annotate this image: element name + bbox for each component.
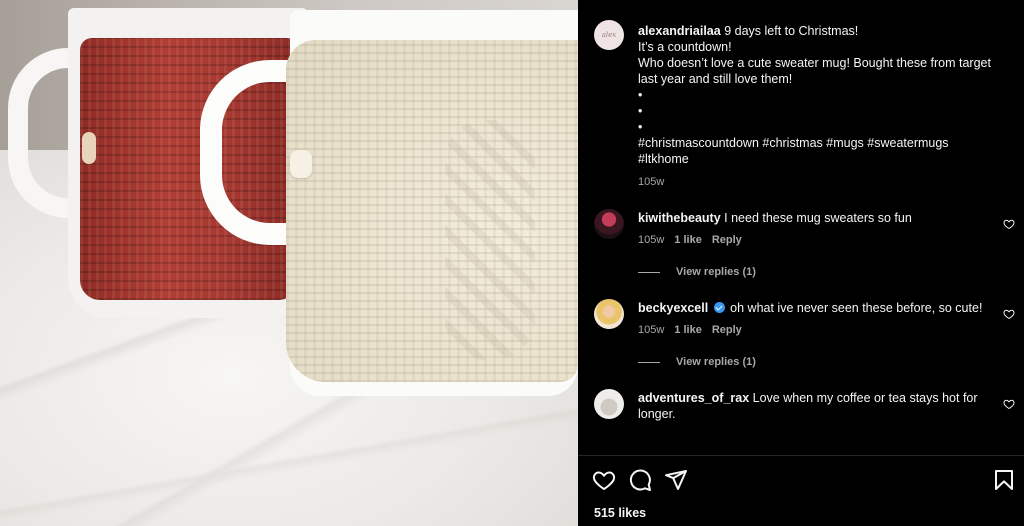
view-replies-label: View replies (1) (676, 356, 756, 368)
replies-line (638, 361, 660, 363)
cable-knit-pattern (445, 120, 535, 360)
send-icon[interactable] (664, 468, 688, 492)
author-avatar[interactable]: alex (594, 20, 624, 50)
commenter-username[interactable]: adventures_of_rax (638, 391, 749, 405)
action-bar (578, 462, 1024, 498)
comment-time[interactable]: 105w (638, 234, 664, 246)
comments-panel: alex alexandriailaa 9 days left to Chris… (578, 0, 1024, 526)
caption-hashtags[interactable]: #ltkhome (638, 151, 998, 167)
heart-icon[interactable] (1003, 398, 1015, 410)
view-replies-label: View replies (1) (676, 266, 756, 278)
bookmark-icon[interactable] (992, 468, 1016, 492)
commenter-avatar[interactable] (594, 299, 624, 329)
red-sleeve-button (82, 132, 96, 164)
comment-meta: 105w 1 like Reply (638, 324, 742, 336)
comment-meta: 105w 1 like Reply (638, 234, 742, 246)
comment-like-count[interactable]: 1 like (674, 324, 702, 336)
comments-list[interactable]: alex alexandriailaa 9 days left to Chris… (578, 0, 1024, 455)
post-photo[interactable] (0, 0, 578, 526)
comment-text: beckyexcell oh what ive never seen these… (638, 300, 998, 316)
commenter-avatar[interactable] (594, 389, 624, 419)
replies-line (638, 271, 660, 273)
caption-hashtags[interactable]: #christmascountdown #christmas #mugs #sw… (638, 135, 998, 151)
heart-icon[interactable] (1003, 218, 1015, 230)
commenter-avatar[interactable] (594, 209, 624, 239)
view-replies-button[interactable]: View replies (1) (638, 266, 756, 278)
comment-like-count[interactable]: 1 like (674, 234, 702, 246)
post-dialog: alex alexandriailaa 9 days left to Chris… (0, 0, 1024, 526)
view-replies-button[interactable]: View replies (1) (638, 356, 756, 368)
caption-line: Who doesn’t love a cute sweater mug! Bou… (638, 56, 991, 86)
post-caption: alexandriailaa 9 days left to Christmas!… (638, 23, 998, 167)
comment-text: adventures_of_rax Love when my coffee or… (638, 390, 998, 422)
reply-button[interactable]: Reply (712, 324, 742, 336)
heart-icon[interactable] (1003, 308, 1015, 320)
comment-body: oh what ive never seen these before, so … (730, 301, 983, 315)
comment-time[interactable]: 105w (638, 324, 664, 336)
verified-badge-icon (713, 302, 725, 313)
heart-icon[interactable] (592, 468, 616, 492)
like-count[interactable]: 515 likes (594, 506, 646, 520)
author-username[interactable]: alexandriailaa (638, 24, 721, 38)
commenter-username[interactable]: kiwithebeauty (638, 211, 721, 225)
comment-text: kiwithebeauty I need these mug sweaters … (638, 210, 998, 226)
comment-icon[interactable] (628, 468, 652, 492)
actions-divider (578, 455, 1024, 456)
commenter-username[interactable]: beckyexcell (638, 301, 708, 315)
caption-line: • (638, 104, 643, 118)
reply-button[interactable]: Reply (712, 234, 742, 246)
caption-timestamp[interactable]: 105w (638, 176, 664, 188)
caption-line: It’s a countdown! (638, 40, 732, 54)
caption-line: • (638, 120, 643, 134)
caption-line: • (638, 88, 643, 102)
cream-sleeve-button (290, 150, 312, 178)
caption-first-line: 9 days left to Christmas! (724, 24, 859, 38)
comment-body: I need these mug sweaters so fun (724, 211, 912, 225)
author-avatar-logo: alex (601, 31, 617, 39)
